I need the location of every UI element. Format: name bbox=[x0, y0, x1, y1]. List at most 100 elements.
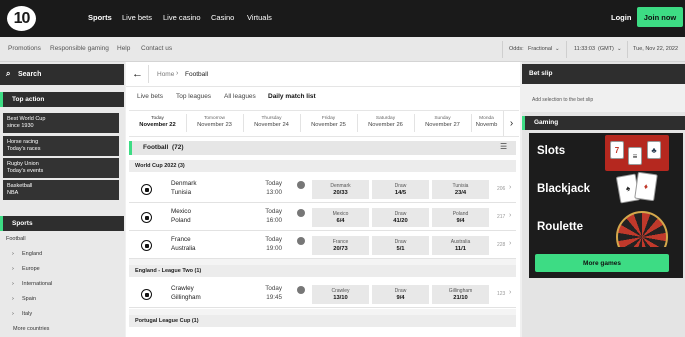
chevron-right-icon[interactable]: › bbox=[509, 289, 511, 296]
match-row[interactable]: France Australia Today 19:00 France 20/7… bbox=[129, 232, 516, 259]
divider bbox=[502, 41, 503, 58]
sidebar-item-football[interactable]: Football bbox=[6, 236, 26, 242]
date-tab[interactable]: Saturday November 26 bbox=[357, 113, 414, 134]
top-action-header: Top action bbox=[0, 92, 124, 107]
divider bbox=[126, 86, 520, 87]
match-row[interactable]: Mexico Poland Today 16:00 Mexico 6/4 Dra… bbox=[129, 204, 516, 231]
nav-live-bets[interactable]: Live bets bbox=[122, 13, 152, 22]
roulette-image[interactable] bbox=[606, 209, 670, 247]
league-header: World Cup 2022 (3) bbox=[129, 160, 516, 172]
more-markets-count[interactable]: 217 bbox=[497, 214, 505, 220]
chevron-down-icon[interactable]: ⌄ bbox=[555, 46, 560, 52]
match-time: Today 16:00 bbox=[265, 208, 282, 225]
breadcrumb-home[interactable]: Home bbox=[157, 71, 174, 78]
odds-button-draw[interactable]: Draw 14/5 bbox=[372, 180, 429, 199]
top-action-item[interactable]: Basketball NBA bbox=[3, 180, 119, 200]
section-title: Football bbox=[143, 144, 169, 151]
tab-live-bets[interactable]: Live bets bbox=[137, 93, 163, 100]
search-bar[interactable]: ⌕ Search bbox=[0, 64, 124, 85]
timezone-select[interactable]: (GMT) bbox=[598, 46, 614, 52]
top-action-item[interactable]: Rugby Union Today's events bbox=[3, 158, 119, 178]
filter-icon[interactable]: ☰ bbox=[500, 142, 507, 151]
more-markets-count[interactable]: 228 bbox=[497, 242, 505, 248]
odds-button-home[interactable]: France 20/73 bbox=[312, 236, 369, 255]
link-promotions[interactable]: Promotions bbox=[8, 45, 41, 52]
tab-daily-match-list[interactable]: Daily match list bbox=[268, 93, 316, 100]
odds-button-away[interactable]: Gillingham 21/10 bbox=[432, 285, 489, 304]
stats-icon[interactable] bbox=[297, 209, 305, 217]
more-markets-count[interactable]: 123 bbox=[497, 291, 505, 297]
chevron-right-icon[interactable]: › bbox=[509, 240, 511, 247]
match-teams[interactable]: Denmark Tunisia bbox=[171, 179, 197, 198]
join-now-button[interactable]: Join now bbox=[637, 7, 683, 27]
date-tab[interactable]: Sunday November 27 bbox=[414, 113, 471, 134]
odds-button-draw[interactable]: Draw 41/20 bbox=[372, 208, 429, 227]
nav-sports[interactable]: Sports bbox=[88, 13, 112, 22]
date-tab-today[interactable]: Today November 22 bbox=[129, 113, 186, 134]
clock-time: 11:33:03 bbox=[574, 46, 596, 52]
tab-all-leagues[interactable]: All leagues bbox=[224, 93, 256, 100]
nav-virtuals[interactable]: Virtuals bbox=[247, 13, 272, 22]
chevron-down-icon[interactable]: ⌄ bbox=[617, 46, 622, 52]
sidebar-item-england[interactable]: England bbox=[22, 251, 42, 257]
match-teams[interactable]: France Australia bbox=[171, 235, 196, 254]
chevron-right-icon[interactable]: › bbox=[509, 212, 511, 219]
top-action-item[interactable]: Best World Cup since 1930 bbox=[3, 113, 119, 133]
sidebar-item-italy[interactable]: Italy bbox=[22, 311, 32, 317]
league-header: Portugal League Cup (1) bbox=[129, 315, 516, 327]
login-button[interactable]: Login bbox=[611, 13, 631, 22]
tab-top-leagues[interactable]: Top leagues bbox=[176, 93, 211, 100]
odds-button-home[interactable]: Mexico 6/4 bbox=[312, 208, 369, 227]
breadcrumb-separator-icon: › bbox=[176, 70, 179, 77]
match-row[interactable]: Denmark Tunisia Today 13:00 Denmark 20/3… bbox=[129, 176, 516, 203]
odds-format-select[interactable]: Fractional bbox=[528, 46, 552, 52]
chevron-right-icon[interactable]: › bbox=[509, 184, 511, 191]
more-games-button[interactable]: More games bbox=[535, 254, 669, 272]
odds-label: Odds: bbox=[509, 46, 524, 52]
link-responsible-gaming[interactable]: Responsible gaming bbox=[50, 45, 109, 52]
date-tab[interactable]: Tomorrow November 23 bbox=[186, 113, 243, 134]
top-action-item[interactable]: Horse racing Today's races bbox=[3, 136, 119, 156]
odds-button-away[interactable]: Tunisia 23/4 bbox=[432, 180, 489, 199]
date-tab[interactable]: Monda Novemb bbox=[471, 113, 502, 134]
odds-button-away[interactable]: Poland 9/4 bbox=[432, 208, 489, 227]
search-icon: ⌕ bbox=[6, 69, 11, 78]
stats-icon[interactable] bbox=[297, 237, 305, 245]
blackjack-image[interactable]: ♠ ♦ bbox=[606, 171, 670, 208]
chevron-right-icon[interactable]: › bbox=[503, 111, 519, 136]
league-header: England - League Two (1) bbox=[129, 265, 516, 277]
slots-image[interactable]: 7 ≡ ♣ bbox=[605, 135, 669, 171]
link-help[interactable]: Help bbox=[117, 45, 130, 52]
section-count: (72) bbox=[172, 144, 184, 151]
brand-logo[interactable]: 10 bbox=[7, 6, 36, 31]
link-contact-us[interactable]: Contact us bbox=[141, 45, 172, 52]
nav-live-casino[interactable]: Live casino bbox=[163, 13, 201, 22]
sport-section-header[interactable]: Football (72) ☰ bbox=[129, 141, 516, 155]
current-date: Tue, Nov 22, 2022 bbox=[633, 46, 679, 52]
nav-casino[interactable]: Casino bbox=[211, 13, 234, 22]
cherry-icon: ♣ bbox=[647, 141, 661, 159]
diamond-card-icon: ♦ bbox=[634, 171, 658, 202]
stats-icon[interactable] bbox=[297, 286, 305, 294]
date-tab[interactable]: Friday November 25 bbox=[300, 113, 357, 134]
match-row[interactable]: Crawley Gillingham Today 19:45 Crawley 1… bbox=[129, 281, 516, 308]
odds-button-draw[interactable]: Draw 5/1 bbox=[372, 236, 429, 255]
odds-button-home[interactable]: Denmark 20/33 bbox=[312, 180, 369, 199]
stats-icon[interactable] bbox=[297, 181, 305, 189]
more-markets-count[interactable]: 206 bbox=[497, 186, 505, 192]
sidebar-item-europe[interactable]: Europe bbox=[22, 266, 40, 272]
football-icon bbox=[141, 240, 152, 251]
odds-button-away[interactable]: Australia 11/1 bbox=[432, 236, 489, 255]
sidebar-item-spain[interactable]: Spain bbox=[22, 296, 36, 302]
sidebar-item-international[interactable]: International bbox=[22, 281, 52, 287]
odds-button-home[interactable]: Crawley 13/10 bbox=[312, 285, 369, 304]
back-arrow-icon[interactable]: ← bbox=[132, 68, 143, 80]
match-teams[interactable]: Crawley Gillingham bbox=[171, 284, 201, 303]
divider bbox=[627, 41, 628, 58]
odds-button-draw[interactable]: Draw 9/4 bbox=[372, 285, 429, 304]
more-countries-link[interactable]: More countries bbox=[13, 326, 49, 332]
match-teams[interactable]: Mexico Poland bbox=[171, 207, 191, 226]
search-label: Search bbox=[18, 71, 42, 78]
breadcrumb-current: Football bbox=[185, 71, 209, 78]
date-tab[interactable]: Thursday November 24 bbox=[243, 113, 300, 134]
